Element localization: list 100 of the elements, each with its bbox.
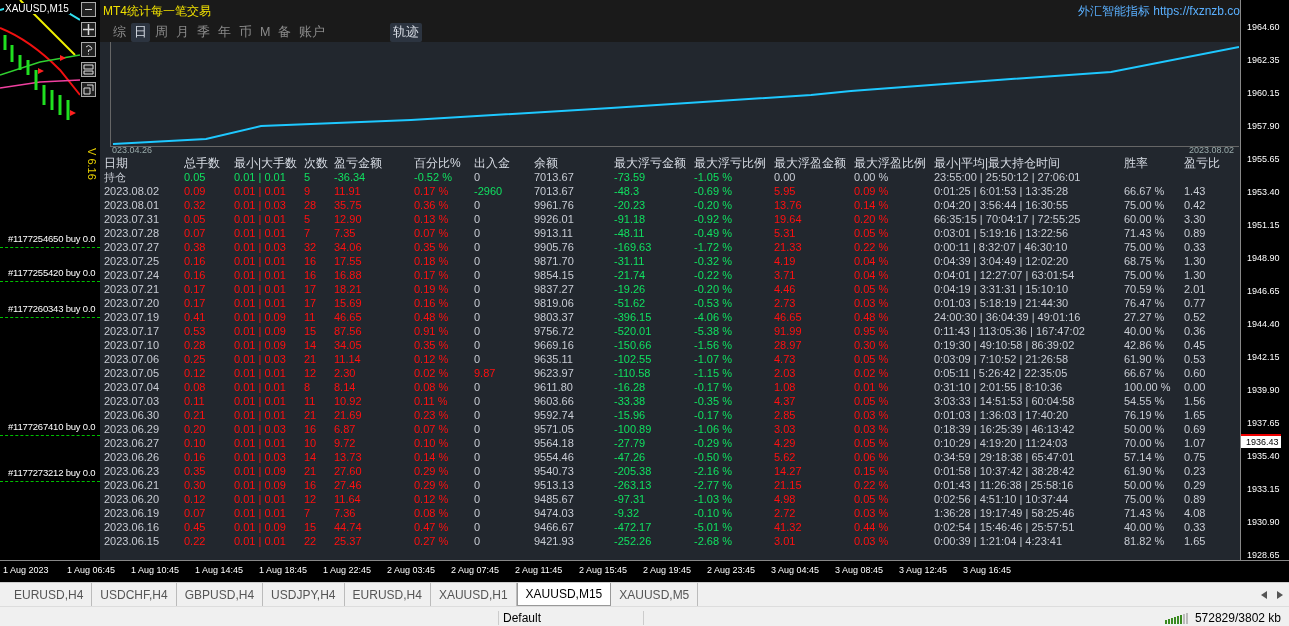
- table-cell: 0:02:56 | 4:51:10 | 10:37:44: [934, 493, 1069, 506]
- period-tab[interactable]: 年: [215, 22, 234, 42]
- period-tab[interactable]: 备: [275, 22, 295, 42]
- table-cell: -2960: [474, 185, 503, 198]
- panel-title: MT4统计每一笔交易: [103, 2, 211, 20]
- chart-tab[interactable]: XAUUSD,M15: [516, 583, 612, 606]
- table-cell: 0.03 %: [854, 507, 889, 520]
- move-icon[interactable]: [81, 22, 96, 37]
- table-cell: 25.37: [334, 535, 362, 548]
- table-cell: 0.01 | 0.09: [234, 521, 286, 534]
- table-cell: 0.02 %: [414, 367, 449, 380]
- table-cell: 9803.37: [534, 311, 574, 324]
- table-cell: 0.01 | 0.09: [234, 311, 286, 324]
- period-tab[interactable]: 季: [194, 22, 213, 42]
- table-cell: 21: [304, 409, 317, 422]
- period-tab[interactable]: 综: [110, 22, 129, 42]
- table-cell: 2023.07.28: [104, 227, 160, 240]
- table-cell: 0:11:43 | 113:05:36 | 167:47:02: [934, 325, 1085, 338]
- minimize-icon[interactable]: [81, 2, 96, 17]
- table-cell: 0.23 %: [414, 409, 449, 422]
- table-cell: 0: [474, 325, 481, 338]
- table-cell: 9961.76: [534, 199, 574, 212]
- scroll-right-icon[interactable]: [1277, 590, 1283, 599]
- period-tab[interactable]: M: [257, 24, 274, 40]
- table-cell: 0:02:54 | 15:46:46 | 25:57:51: [934, 521, 1075, 534]
- column-header: 百分比%: [414, 156, 461, 170]
- table-cell: 0:00:11 | 8:32:07 | 46:30:10: [934, 241, 1068, 254]
- table-cell: 0.01 | 0.01: [234, 227, 286, 240]
- table-cell: -0.32 %: [694, 255, 732, 268]
- table-cell: -48.3: [614, 185, 640, 198]
- time-label: 1 Aug 14:45: [195, 565, 245, 575]
- table-cell: -47.26: [614, 451, 646, 464]
- period-tab[interactable]: 币: [236, 22, 255, 42]
- table-cell: 70.59 %: [1124, 283, 1165, 296]
- price-label: 1962.35: [1246, 55, 1281, 66]
- table-cell: 4.19: [774, 255, 796, 268]
- table-cell: 0.69: [1184, 423, 1206, 436]
- table-cell: 3.30: [1184, 213, 1206, 226]
- table-cell: 0.16: [184, 269, 206, 282]
- price-label: 1955.65: [1246, 154, 1281, 165]
- table-cell: 2023.06.23: [104, 465, 160, 478]
- table-cell: -51.62: [614, 297, 646, 310]
- period-tab[interactable]: 月: [173, 22, 192, 42]
- table-cell: 0.01 | 0.01: [234, 185, 286, 198]
- column-header: 次数: [304, 156, 328, 170]
- table-cell: 42.86 %: [1124, 339, 1165, 352]
- table-cell: 7: [304, 227, 311, 240]
- table-cell: 28: [304, 199, 317, 212]
- table-cell: 0.01 | 0.01: [234, 255, 286, 268]
- brand-link[interactable]: 外汇智能指标 https://fxznzb.co: [1077, 2, 1240, 20]
- table-cell: 14: [304, 451, 317, 464]
- period-tab[interactable]: 周: [152, 22, 171, 42]
- table-cell: 0.16: [184, 255, 206, 268]
- table-cell: -33.38: [614, 395, 646, 408]
- table-cell: 0.01 | 0.01: [234, 395, 286, 408]
- table-cell: 0: [474, 311, 481, 324]
- price-label: 1951.15: [1246, 220, 1281, 231]
- table-cell: 0.22 %: [854, 241, 889, 254]
- table-cell: 0.44 %: [854, 521, 889, 534]
- scroll-left-icon[interactable]: [1261, 590, 1267, 599]
- column-header: 出入金: [474, 156, 510, 170]
- time-label: 2 Aug 11:45: [515, 565, 564, 575]
- table-cell: -0.49 %: [694, 227, 732, 240]
- table-cell: 19.64: [774, 213, 802, 226]
- table-cell: 0: [474, 353, 481, 366]
- table-cell: 10: [304, 437, 317, 450]
- table-cell: 0: [474, 269, 481, 282]
- table-cell: -150.66: [614, 339, 652, 352]
- table-cell: -97.31: [614, 493, 646, 506]
- table-cell: 18.21: [334, 283, 362, 296]
- table-cell: -1.07 %: [694, 353, 732, 366]
- table-cell: 持仓: [104, 171, 126, 184]
- period-tab[interactable]: 账户: [296, 22, 329, 42]
- table-cell: 4.37: [774, 395, 796, 408]
- table-cell: -205.38: [614, 465, 652, 478]
- restore-icon[interactable]: [81, 82, 96, 97]
- table-cell: -0.35 %: [694, 395, 732, 408]
- table-cell: 13.76: [774, 199, 802, 212]
- price-label: 1964.60: [1246, 22, 1281, 33]
- table-cell: 0: [474, 297, 481, 310]
- table-cell: 2.72: [774, 507, 796, 520]
- table-cell: 11.14: [334, 353, 361, 366]
- table-cell: 10.92: [334, 395, 362, 408]
- table-cell: 0.17: [184, 283, 206, 296]
- help-icon[interactable]: [81, 42, 96, 57]
- table-cell: 0.48 %: [854, 311, 889, 324]
- track-button[interactable]: 轨迹: [390, 22, 423, 42]
- price-label: 1935.40: [1246, 451, 1281, 462]
- table-cell: 5: [304, 171, 311, 184]
- table-cell: 3:03:33 | 14:51:53 | 60:04:58: [934, 395, 1075, 408]
- table-cell: 9.87: [474, 367, 496, 380]
- table-cell: 0.35 %: [414, 241, 449, 254]
- window-icon[interactable]: [81, 62, 96, 77]
- table-cell: 2023.07.06: [104, 353, 160, 366]
- period-tab[interactable]: 日: [131, 22, 150, 42]
- table-cell: 0.89: [1184, 493, 1206, 506]
- table-cell: 0:03:09 | 7:10:52 | 21:26:58: [934, 353, 1069, 366]
- table-cell: 0:00:39 | 1:21:04 | 4:23:41: [934, 535, 1063, 548]
- table-cell: 46.65: [774, 311, 802, 324]
- table-cell: 0.12: [184, 367, 206, 380]
